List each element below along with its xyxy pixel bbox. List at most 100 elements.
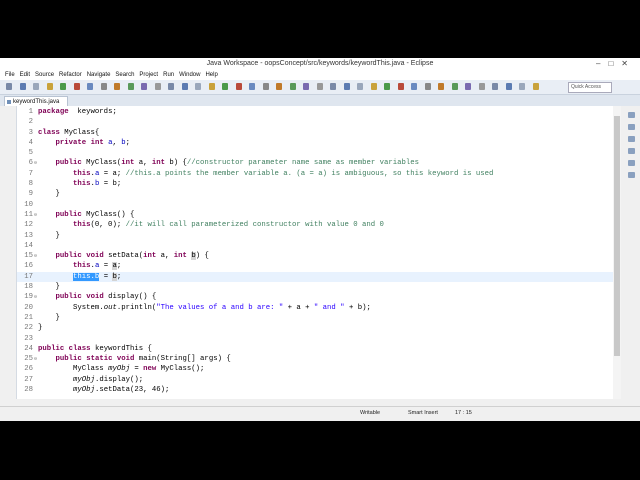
external-tools-icon[interactable] [127,83,134,90]
open-type-icon[interactable] [370,83,377,90]
search-icon[interactable] [87,83,93,90]
code-line[interactable]: 21 } [17,313,617,323]
run-icon[interactable] [384,83,390,90]
fold-collapse-icon[interactable]: ⊖ [34,354,37,364]
search-icon[interactable] [249,83,255,90]
code-line[interactable]: 28 myObj.setData(23, 46); [17,385,617,395]
code-line[interactable]: 19 ⊖ public void display() { [17,292,617,302]
console-icon[interactable] [628,136,635,142]
forward-icon[interactable] [114,83,120,90]
new-icon[interactable] [492,83,498,90]
open-type-icon[interactable] [208,83,215,90]
debug-icon[interactable] [397,83,404,90]
external-tools-icon[interactable] [289,83,296,90]
javadoc-icon[interactable] [628,160,635,166]
menu-file[interactable]: File [5,72,15,78]
save-icon[interactable] [505,83,512,90]
declaration-icon[interactable] [628,172,635,178]
line-number: 4 [28,138,33,147]
menu-window[interactable]: Window [179,72,200,78]
code-line[interactable]: 23 [17,334,617,344]
save-all-icon[interactable] [33,83,39,90]
forward-icon[interactable] [438,83,444,90]
window-title: Java Workspace - oopsConcept/src/keyword… [206,60,434,67]
editor-tab[interactable]: keywordThis.java [4,96,68,106]
close-icon[interactable]: ✕ [621,59,636,68]
minimize-icon[interactable]: – [596,59,608,68]
coverage-icon[interactable] [465,83,471,90]
code-line[interactable]: 15 ⊖ public void setData(int a, int b) { [17,251,617,261]
back-icon[interactable] [424,83,431,90]
save-icon[interactable] [343,83,350,90]
outline-icon[interactable] [628,112,635,118]
code-line[interactable]: 5 [17,148,617,158]
save-all-icon[interactable] [195,83,201,90]
code-line[interactable]: 16 this.a = a; [17,261,617,271]
save-icon[interactable] [19,83,26,90]
code-line[interactable]: 26 MyClass myObj = new MyClass(); [17,364,617,374]
save-all-icon[interactable] [357,83,363,90]
new-icon[interactable] [168,83,174,90]
code-line[interactable]: 18 } [17,282,617,292]
coverage-icon[interactable] [303,83,309,90]
code-line[interactable]: 6 ⊖ public MyClass(int a, int b) {//const… [17,158,617,168]
save-icon[interactable] [181,83,188,90]
code-line[interactable]: 11 ⊖ public MyClass() { [17,210,617,220]
code-line[interactable]: 7 this.a = a; //this.a points the member… [17,169,617,179]
code-line[interactable]: 25 ⊖ public static void main(String[] arg… [17,354,617,364]
menu-help[interactable]: Help [205,72,217,78]
menu-refactor[interactable]: Refactor [59,72,82,78]
save-all-icon[interactable] [519,83,525,90]
maximize-icon[interactable]: □ [608,59,621,68]
code-line[interactable]: 10 [17,200,617,210]
code-line[interactable]: 4 private int a, b; [17,138,617,148]
code-line[interactable]: 9 } [17,189,617,199]
fold-collapse-icon[interactable]: ⊖ [34,210,37,220]
code-line[interactable]: 12 this(0, 0); //it will call parameteri… [17,220,617,230]
pin-icon[interactable] [478,83,485,90]
debug-icon[interactable] [235,83,242,90]
new-icon[interactable] [330,83,336,90]
task-list-icon[interactable] [628,124,635,130]
code-line[interactable]: 2 [17,117,617,127]
pin-icon[interactable] [154,83,161,90]
code-line[interactable]: 3 class MyClass{ [17,128,617,138]
vertical-scrollbar[interactable] [613,106,621,399]
new-icon[interactable] [6,83,12,90]
menu-navigate[interactable]: Navigate [87,72,111,78]
fold-collapse-icon[interactable]: ⊖ [34,251,37,261]
code-line[interactable]: 27 myObj.display(); [17,375,617,385]
quick-access-input[interactable]: Quick Access [568,82,612,93]
code-line[interactable]: 1 package keywords; [17,107,617,117]
code-line[interactable]: 22} [17,323,617,333]
search-icon[interactable] [411,83,417,90]
code-editor[interactable]: 1 package keywords; 2 3 class MyClass{4 priv… [16,106,621,399]
menu-edit[interactable]: Edit [20,72,30,78]
code-line[interactable]: 20 System.out.println("The values of a a… [17,303,617,313]
code-line[interactable]: 17 this.b = b; [17,271,617,283]
code-token: int [143,252,157,261]
problems-icon[interactable] [628,148,635,154]
debug-icon[interactable] [73,83,80,90]
back-icon[interactable] [262,83,269,90]
menu-run[interactable]: Run [163,72,174,78]
open-type-icon[interactable] [532,83,539,90]
run-icon[interactable] [60,83,66,90]
code-line[interactable]: 14 [17,241,617,251]
scrollbar-thumb[interactable] [614,116,620,356]
fold-collapse-icon[interactable]: ⊖ [34,292,37,302]
code-line[interactable]: 24 public class keywordThis { [17,344,617,354]
code-line[interactable]: 13 } [17,231,617,241]
code-line[interactable]: 8 this.b = b; [17,179,617,189]
forward-icon[interactable] [276,83,282,90]
back-icon[interactable] [100,83,107,90]
fold-collapse-icon[interactable]: ⊖ [34,158,37,168]
open-type-icon[interactable] [46,83,53,90]
external-tools-icon[interactable] [451,83,458,90]
menu-source[interactable]: Source [35,72,54,78]
menu-search[interactable]: Search [115,72,134,78]
coverage-icon[interactable] [141,83,147,90]
run-icon[interactable] [222,83,228,90]
menu-project[interactable]: Project [139,72,158,78]
pin-icon[interactable] [316,83,323,90]
